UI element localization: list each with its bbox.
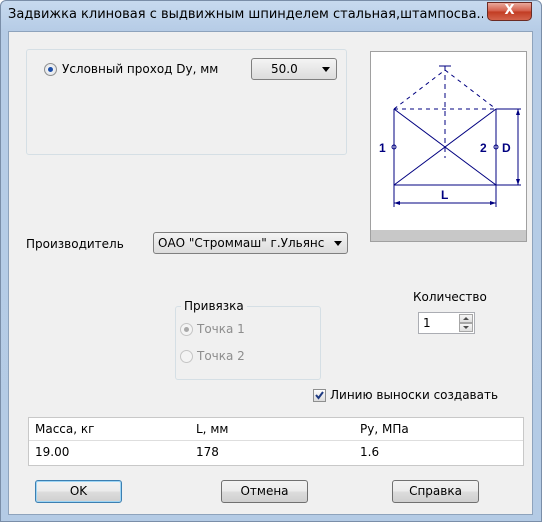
title-bar[interactable]: Задвижка клиновая с выдвижным шпинделем … [1,1,541,31]
quantity-stepper[interactable]: 1 [418,312,475,334]
table-cell-mass: 19.00 [35,445,70,459]
leader-line-checkbox[interactable] [313,389,326,402]
point2-radio-label[interactable]: Точка 2 [197,349,245,363]
dialog-window: Задвижка клиновая с выдвижным шпинделем … [0,0,542,522]
diagram-label-length: L [441,188,448,202]
quantity-value: 1 [423,316,431,330]
diameter-select-value: 50.0 [271,62,298,76]
diagram-label-left: 1 [379,141,386,155]
quantity-increment-button[interactable] [459,314,473,323]
table-header-mass: Масса, кг [35,422,95,436]
table-cell-length: 178 [196,445,219,459]
close-button[interactable]: X [487,2,532,21]
point1-radio-label[interactable]: Точка 1 [197,322,245,336]
valve-schematic: 1 2 D L [379,65,521,207]
manufacturer-select-value: ОАО "Строммаш" г.Ульянс [158,236,325,250]
checkmark-icon [315,391,324,400]
table-header-pressure: Py, МПа [360,422,409,436]
table-header-length: L, мм [196,422,229,436]
diagram-label-right: 2 [480,141,487,155]
cancel-button[interactable]: Отмена [221,480,308,503]
diameter-select[interactable]: 50.0 [251,58,337,80]
point1-radio[interactable] [180,323,193,336]
help-button[interactable]: Справка [392,480,479,503]
diagram-label-height: D [502,141,511,155]
dialog-client-area: Условный проход Dy, мм 50.0 1 2 D L Прои… [8,31,533,515]
close-icon: X [504,3,515,18]
binding-group-label: Привязка [181,299,247,313]
window-title: Задвижка клиновая с выдвижным шпинделем … [8,7,483,22]
point2-radio[interactable] [180,350,193,363]
table-cell-pressure: 1.6 [360,445,380,459]
chevron-down-icon [322,67,330,72]
valve-diagram: 1 2 D L [370,51,527,242]
manufacturer-label: Производитель [26,237,124,251]
arrow-up-icon [463,317,469,320]
diameter-radio-label[interactable]: Условный проход Dy, мм [62,62,218,76]
ok-button[interactable]: OK [35,480,122,503]
properties-table: Масса, кг L, мм Py, МПа 19.00 178 1.6 [28,417,524,466]
chevron-down-icon [334,241,342,246]
diameter-group: Условный проход Dy, мм 50.0 [26,49,347,155]
leader-line-label[interactable]: Линию выноски создавать [330,388,498,402]
binding-group: Привязка Точка 1 Точка 2 [175,299,321,380]
quantity-label: Количество [413,290,487,304]
diagram-footer [371,230,526,241]
quantity-decrement-button[interactable] [459,323,473,332]
diameter-radio[interactable] [44,63,57,76]
manufacturer-select[interactable]: ОАО "Строммаш" г.Ульянс [153,232,348,254]
table-divider [29,440,523,441]
arrow-down-icon [463,326,469,329]
